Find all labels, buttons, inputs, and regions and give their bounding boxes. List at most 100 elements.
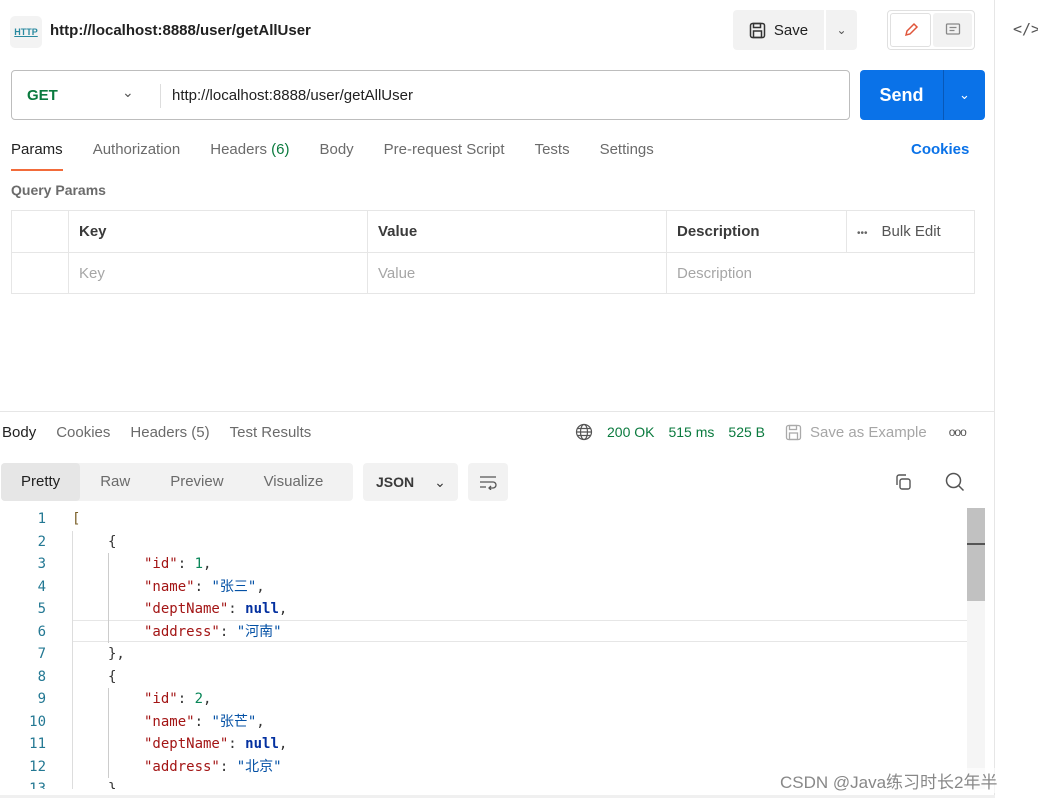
save-as-example-label: Save as Example	[810, 423, 927, 441]
json-token: ,	[203, 556, 212, 572]
line-number: 7	[37, 646, 46, 662]
json-token: {	[108, 533, 117, 550]
json-token: "张芒"	[211, 713, 257, 730]
format-visualize[interactable]: Visualize	[244, 463, 344, 501]
json-token: "张三"	[211, 578, 257, 595]
indent-guide	[72, 778, 73, 789]
request-tabs: Params Authorization Headers (6) Body Pr…	[11, 141, 684, 171]
tab-body[interactable]: Body	[319, 141, 353, 171]
indent-guide	[72, 755, 73, 778]
format-preview[interactable]: Preview	[150, 463, 243, 501]
tab-response-body[interactable]: Body	[2, 424, 36, 441]
comment-icon[interactable]	[933, 13, 972, 47]
tab-params[interactable]: Params	[11, 141, 63, 171]
url-input[interactable]: http://localhost:8888/user/getAllUser	[172, 87, 413, 104]
cookies-link[interactable]: Cookies	[911, 141, 969, 158]
indent-guide	[72, 710, 73, 733]
value-input[interactable]: Value	[367, 252, 667, 294]
status-code[interactable]: 200 OK	[607, 424, 654, 440]
bulk-edit-cell: ••• Bulk Edit	[846, 210, 975, 253]
editor-scrollbar[interactable]	[967, 508, 985, 789]
json-token: "address"	[144, 623, 220, 640]
json-token: },	[108, 646, 125, 662]
response-meta: 200 OK 515 ms 525 B Save as Example ooo	[575, 423, 967, 441]
more-icon[interactable]: •••	[857, 228, 868, 239]
line-number: 5	[37, 601, 46, 617]
send-group: Send ⌄	[860, 70, 985, 120]
chevron-down-icon[interactable]: ⌄	[122, 84, 134, 101]
globe-icon[interactable]	[575, 423, 593, 441]
key-input[interactable]: Key	[68, 252, 368, 294]
line-content: "name": "张芒",	[72, 710, 265, 733]
chevron-down-icon: ⌄	[434, 473, 446, 490]
more-options-icon[interactable]: ooo	[949, 425, 967, 439]
code-line: 6 "address": "河南"	[0, 620, 967, 643]
line-content: "deptName": null,	[72, 598, 287, 621]
line-number: 3	[37, 556, 46, 572]
json-token: 1	[194, 556, 204, 572]
indent-guide	[108, 755, 109, 778]
description-input[interactable]: Description	[666, 252, 975, 294]
request-title[interactable]: http://localhost:8888/user/getAllUser	[50, 22, 311, 39]
save-label: Save	[773, 21, 809, 39]
json-token: "deptName"	[144, 736, 229, 752]
bulk-edit-button[interactable]: Bulk Edit	[882, 223, 941, 240]
pencil-icon[interactable]	[890, 13, 931, 47]
column-description: Description	[666, 210, 847, 253]
method-select[interactable]: GET	[27, 87, 58, 104]
line-number: 4	[37, 578, 46, 595]
format-tabs: Pretty Raw Preview Visualize	[1, 463, 353, 501]
table-row: Key Value Description	[11, 252, 975, 294]
line-number: 9	[37, 691, 46, 707]
search-icon[interactable]	[944, 471, 966, 498]
line-number: 11	[29, 736, 46, 752]
send-button[interactable]: Send	[860, 70, 944, 120]
line-content: },	[72, 643, 125, 666]
format-raw[interactable]: Raw	[80, 463, 150, 501]
tab-response-headers[interactable]: Headers (5)	[130, 424, 209, 441]
tab-headers[interactable]: Headers (6)	[210, 141, 289, 171]
line-content: "address": "北京"	[72, 755, 282, 778]
json-token: ,	[278, 601, 288, 617]
tab-response-cookies[interactable]: Cookies	[56, 424, 110, 441]
tab-tests[interactable]: Tests	[535, 141, 570, 171]
wrap-lines-icon[interactable]	[468, 463, 508, 501]
json-token: {	[108, 668, 117, 685]
save-icon	[749, 22, 766, 38]
watermark: CSDN @Java练习时长2年半	[780, 768, 998, 793]
copy-icon[interactable]	[893, 472, 913, 497]
json-token: "北京"	[236, 758, 282, 775]
line-content: "deptName": null,	[72, 733, 287, 756]
response-time[interactable]: 515 ms	[668, 424, 714, 440]
json-token: :	[194, 713, 212, 730]
json-token: "id"	[144, 691, 178, 707]
query-params-title: Query Params	[11, 182, 106, 198]
json-token: :	[219, 758, 237, 775]
language-select[interactable]: JSON ⌄	[363, 463, 458, 501]
response-tabs: Body Cookies Headers (5) Test Results	[2, 424, 331, 441]
code-snippet-icon[interactable]: </>	[1013, 20, 1038, 38]
line-number: 6	[37, 623, 46, 640]
code-line: 7},	[0, 643, 967, 666]
tab-pre-request-script[interactable]: Pre-request Script	[384, 141, 505, 171]
code-line: 4 "name": "张三",	[0, 575, 967, 598]
format-pretty[interactable]: Pretty	[1, 463, 81, 501]
save-dropdown-chevron-icon[interactable]: ⌄	[826, 10, 857, 50]
column-value: Value	[367, 210, 667, 253]
json-token: :	[228, 736, 246, 752]
json-token: "address"	[144, 758, 220, 775]
response-body-editor[interactable]: 1[2{3 "id": 1, 4 "name": "张三", 5 "deptName": …	[0, 508, 967, 789]
line-content: {	[72, 665, 117, 688]
response-size[interactable]: 525 B	[728, 424, 765, 440]
save-button[interactable]: Save	[733, 10, 824, 50]
save-as-example-button[interactable]: Save as Example	[785, 424, 927, 441]
tab-test-results[interactable]: Test Results	[230, 424, 312, 441]
indent-guide	[108, 620, 109, 643]
tab-settings[interactable]: Settings	[600, 141, 654, 171]
divider	[160, 84, 161, 108]
request-workspace: HTTP http://localhost:8888/user/getAllUs…	[0, 0, 995, 798]
line-number: 10	[29, 713, 46, 730]
send-dropdown-chevron-icon[interactable]: ⌄	[944, 70, 985, 120]
tab-authorization[interactable]: Authorization	[93, 141, 181, 171]
scrollbar-thumb[interactable]	[967, 508, 985, 601]
